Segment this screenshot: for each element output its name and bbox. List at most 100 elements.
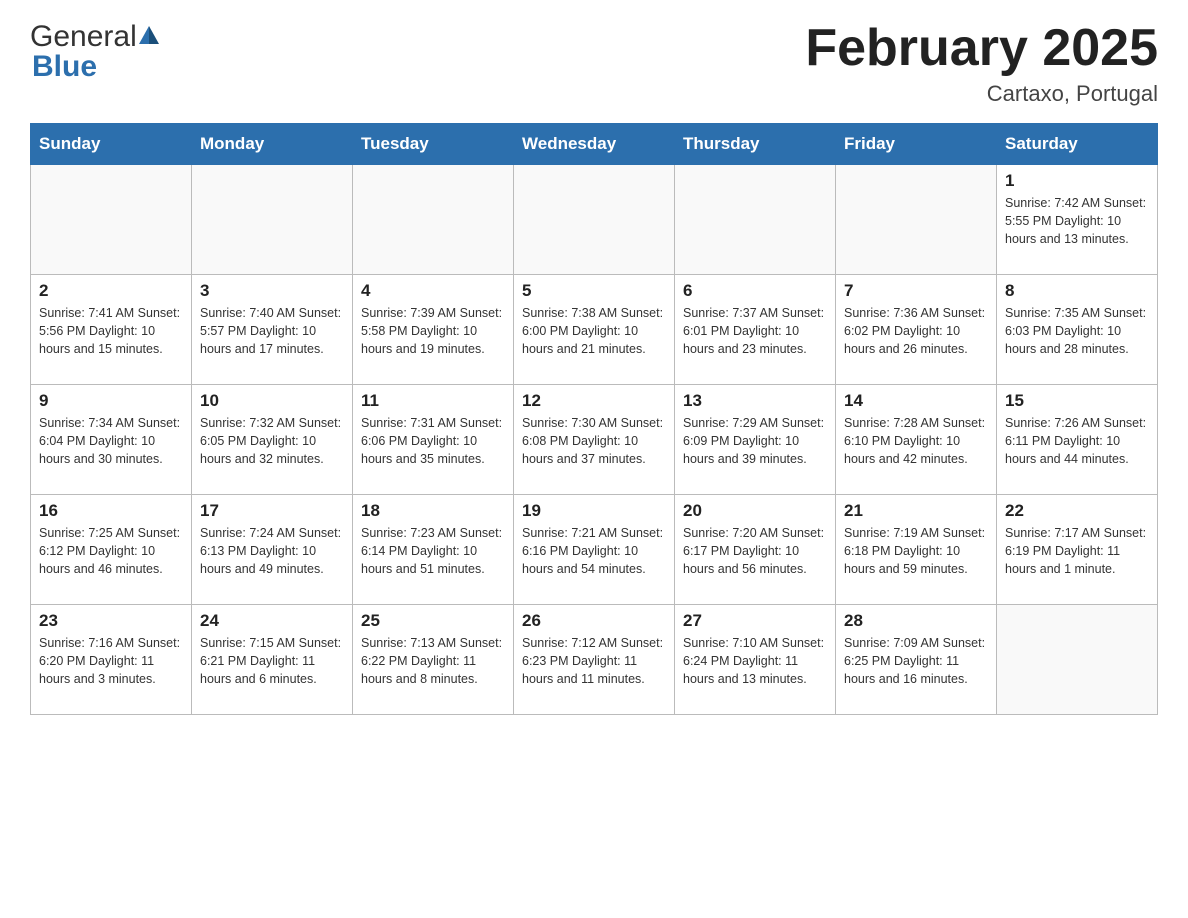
day-number: 2	[39, 281, 183, 301]
table-row: 18Sunrise: 7:23 AM Sunset: 6:14 PM Dayli…	[353, 495, 514, 605]
day-info: Sunrise: 7:28 AM Sunset: 6:10 PM Dayligh…	[844, 414, 988, 468]
day-info: Sunrise: 7:26 AM Sunset: 6:11 PM Dayligh…	[1005, 414, 1149, 468]
table-row: 24 Sunrise: 7:15 AM Sunset: 6:21 PM Dayli…	[192, 605, 353, 715]
day-number: 26	[522, 611, 666, 631]
table-row	[836, 165, 997, 275]
calendar-week-row: 16 Sunrise: 7:25 AM Sunset: 6:12 PM Dayli…	[31, 495, 1158, 605]
table-row	[353, 165, 514, 275]
day-number: 11	[361, 391, 505, 411]
day-number: 1	[1005, 171, 1149, 191]
table-row: 20 Sunrise: 7:20 AM Sunset: 6:17 PM Dayli…	[675, 495, 836, 605]
day-info: Sunrise: 7:41 AM Sunset: 5:56 PM Dayligh…	[39, 304, 183, 358]
day-info: Sunrise: 7:31 AM Sunset: 6:06 PM Dayligh…	[361, 414, 505, 468]
day-info: Sunrise: 7:37 AM Sunset: 6:01 PM Dayligh…	[683, 304, 827, 358]
calendar-title: February 2025	[805, 20, 1158, 77]
table-row: 4 Sunrise: 7:39 AM Sunset: 5:58 PM Daylig…	[353, 275, 514, 385]
day-info: Sunrise: 7:16 AM Sunset: 6:20 PM Dayligh…	[39, 634, 183, 688]
header-tuesday: Tuesday	[353, 124, 514, 165]
day-number: 5	[522, 281, 666, 301]
table-row: 1 Sunrise: 7:42 AM Sunset: 5:55 PM Daylig…	[997, 165, 1158, 275]
header-wednesday: Wednesday	[514, 124, 675, 165]
logo-general-text: General	[30, 20, 137, 54]
day-number: 13	[683, 391, 827, 411]
table-row: 13 Sunrise: 7:29 AM Sunset: 6:09 PM Dayli…	[675, 385, 836, 495]
day-number: 17	[200, 501, 344, 521]
header-thursday: Thursday	[675, 124, 836, 165]
table-row: 11 Sunrise: 7:31 AM Sunset: 6:06 PM Dayli…	[353, 385, 514, 495]
day-number: 22	[1005, 501, 1149, 521]
day-info: Sunrise: 7:35 AM Sunset: 6:03 PM Dayligh…	[1005, 304, 1149, 358]
table-row: 25Sunrise: 7:13 AM Sunset: 6:22 PM Dayli…	[353, 605, 514, 715]
day-info: Sunrise: 7:20 AM Sunset: 6:17 PM Dayligh…	[683, 524, 827, 578]
table-row	[675, 165, 836, 275]
day-info: Sunrise: 7:39 AM Sunset: 5:58 PM Dayligh…	[361, 304, 505, 358]
day-number: 23	[39, 611, 183, 631]
table-row: 22 Sunrise: 7:17 AM Sunset: 6:19 PM Dayli…	[997, 495, 1158, 605]
day-number: 8	[1005, 281, 1149, 301]
day-info: Sunrise: 7:15 AM Sunset: 6:21 PM Dayligh…	[200, 634, 344, 688]
header-saturday: Saturday	[997, 124, 1158, 165]
day-info: Sunrise: 7:32 AM Sunset: 6:05 PM Dayligh…	[200, 414, 344, 468]
header-friday: Friday	[836, 124, 997, 165]
calendar-week-row: 1 Sunrise: 7:42 AM Sunset: 5:55 PM Daylig…	[31, 165, 1158, 275]
day-number: 14	[844, 391, 988, 411]
table-row	[514, 165, 675, 275]
day-number: 20	[683, 501, 827, 521]
logo-blue-text: Blue	[32, 50, 159, 84]
calendar-week-row: 9 Sunrise: 7:34 AM Sunset: 6:04 PM Daylig…	[31, 385, 1158, 495]
table-row: 21 Sunrise: 7:19 AM Sunset: 6:18 PM Dayli…	[836, 495, 997, 605]
day-info: Sunrise: 7:38 AM Sunset: 6:00 PM Dayligh…	[522, 304, 666, 358]
day-number: 4	[361, 281, 505, 301]
day-number: 27	[683, 611, 827, 631]
day-info: Sunrise: 7:17 AM Sunset: 6:19 PM Dayligh…	[1005, 524, 1149, 578]
day-number: 19	[522, 501, 666, 521]
day-info: Sunrise: 7:19 AM Sunset: 6:18 PM Dayligh…	[844, 524, 988, 578]
day-info: Sunrise: 7:30 AM Sunset: 6:08 PM Dayligh…	[522, 414, 666, 468]
day-number: 24	[200, 611, 344, 631]
day-number: 9	[39, 391, 183, 411]
table-row	[997, 605, 1158, 715]
day-info: Sunrise: 7:24 AM Sunset: 6:13 PM Dayligh…	[200, 524, 344, 578]
day-number: 28	[844, 611, 988, 631]
table-row: 15 Sunrise: 7:26 AM Sunset: 6:11 PM Dayli…	[997, 385, 1158, 495]
day-info: Sunrise: 7:36 AM Sunset: 6:02 PM Dayligh…	[844, 304, 988, 358]
title-block: February 2025 Cartaxo, Portugal	[805, 20, 1158, 107]
logo-triangle-icon	[139, 26, 149, 44]
table-row	[192, 165, 353, 275]
day-info: Sunrise: 7:21 AM Sunset: 6:16 PM Dayligh…	[522, 524, 666, 578]
table-row: 5 Sunrise: 7:38 AM Sunset: 6:00 PM Daylig…	[514, 275, 675, 385]
table-row	[31, 165, 192, 275]
table-row: 26 Sunrise: 7:12 AM Sunset: 6:23 PM Dayli…	[514, 605, 675, 715]
day-number: 18	[361, 501, 505, 521]
page-header: General Blue February 2025 Cartaxo, Port…	[30, 20, 1158, 107]
table-row: 9 Sunrise: 7:34 AM Sunset: 6:04 PM Daylig…	[31, 385, 192, 495]
day-info: Sunrise: 7:29 AM Sunset: 6:09 PM Dayligh…	[683, 414, 827, 468]
calendar-table: Sunday Monday Tuesday Wednesday Thursday…	[30, 123, 1158, 715]
table-row: 3Sunrise: 7:40 AM Sunset: 5:57 PM Daylig…	[192, 275, 353, 385]
day-number: 10	[200, 391, 344, 411]
day-info: Sunrise: 7:10 AM Sunset: 6:24 PM Dayligh…	[683, 634, 827, 688]
day-number: 21	[844, 501, 988, 521]
day-info: Sunrise: 7:42 AM Sunset: 5:55 PM Dayligh…	[1005, 194, 1149, 248]
day-number: 3	[200, 281, 344, 301]
table-row: 8 Sunrise: 7:35 AM Sunset: 6:03 PM Daylig…	[997, 275, 1158, 385]
header-monday: Monday	[192, 124, 353, 165]
calendar-week-row: 2 Sunrise: 7:41 AM Sunset: 5:56 PM Daylig…	[31, 275, 1158, 385]
header-sunday: Sunday	[31, 124, 192, 165]
day-info: Sunrise: 7:12 AM Sunset: 6:23 PM Dayligh…	[522, 634, 666, 688]
day-number: 15	[1005, 391, 1149, 411]
day-number: 6	[683, 281, 827, 301]
table-row: 27 Sunrise: 7:10 AM Sunset: 6:24 PM Dayli…	[675, 605, 836, 715]
logo: General Blue	[30, 20, 159, 84]
day-info: Sunrise: 7:13 AM Sunset: 6:22 PM Dayligh…	[361, 634, 505, 688]
table-row: 6 Sunrise: 7:37 AM Sunset: 6:01 PM Daylig…	[675, 275, 836, 385]
table-row: 10 Sunrise: 7:32 AM Sunset: 6:05 PM Dayli…	[192, 385, 353, 495]
day-number: 16	[39, 501, 183, 521]
day-number: 12	[522, 391, 666, 411]
table-row: 16 Sunrise: 7:25 AM Sunset: 6:12 PM Dayli…	[31, 495, 192, 605]
day-info: Sunrise: 7:25 AM Sunset: 6:12 PM Dayligh…	[39, 524, 183, 578]
table-row: 28Sunrise: 7:09 AM Sunset: 6:25 PM Dayli…	[836, 605, 997, 715]
logo-triangle2-icon	[149, 26, 159, 44]
day-number: 7	[844, 281, 988, 301]
day-info: Sunrise: 7:34 AM Sunset: 6:04 PM Dayligh…	[39, 414, 183, 468]
